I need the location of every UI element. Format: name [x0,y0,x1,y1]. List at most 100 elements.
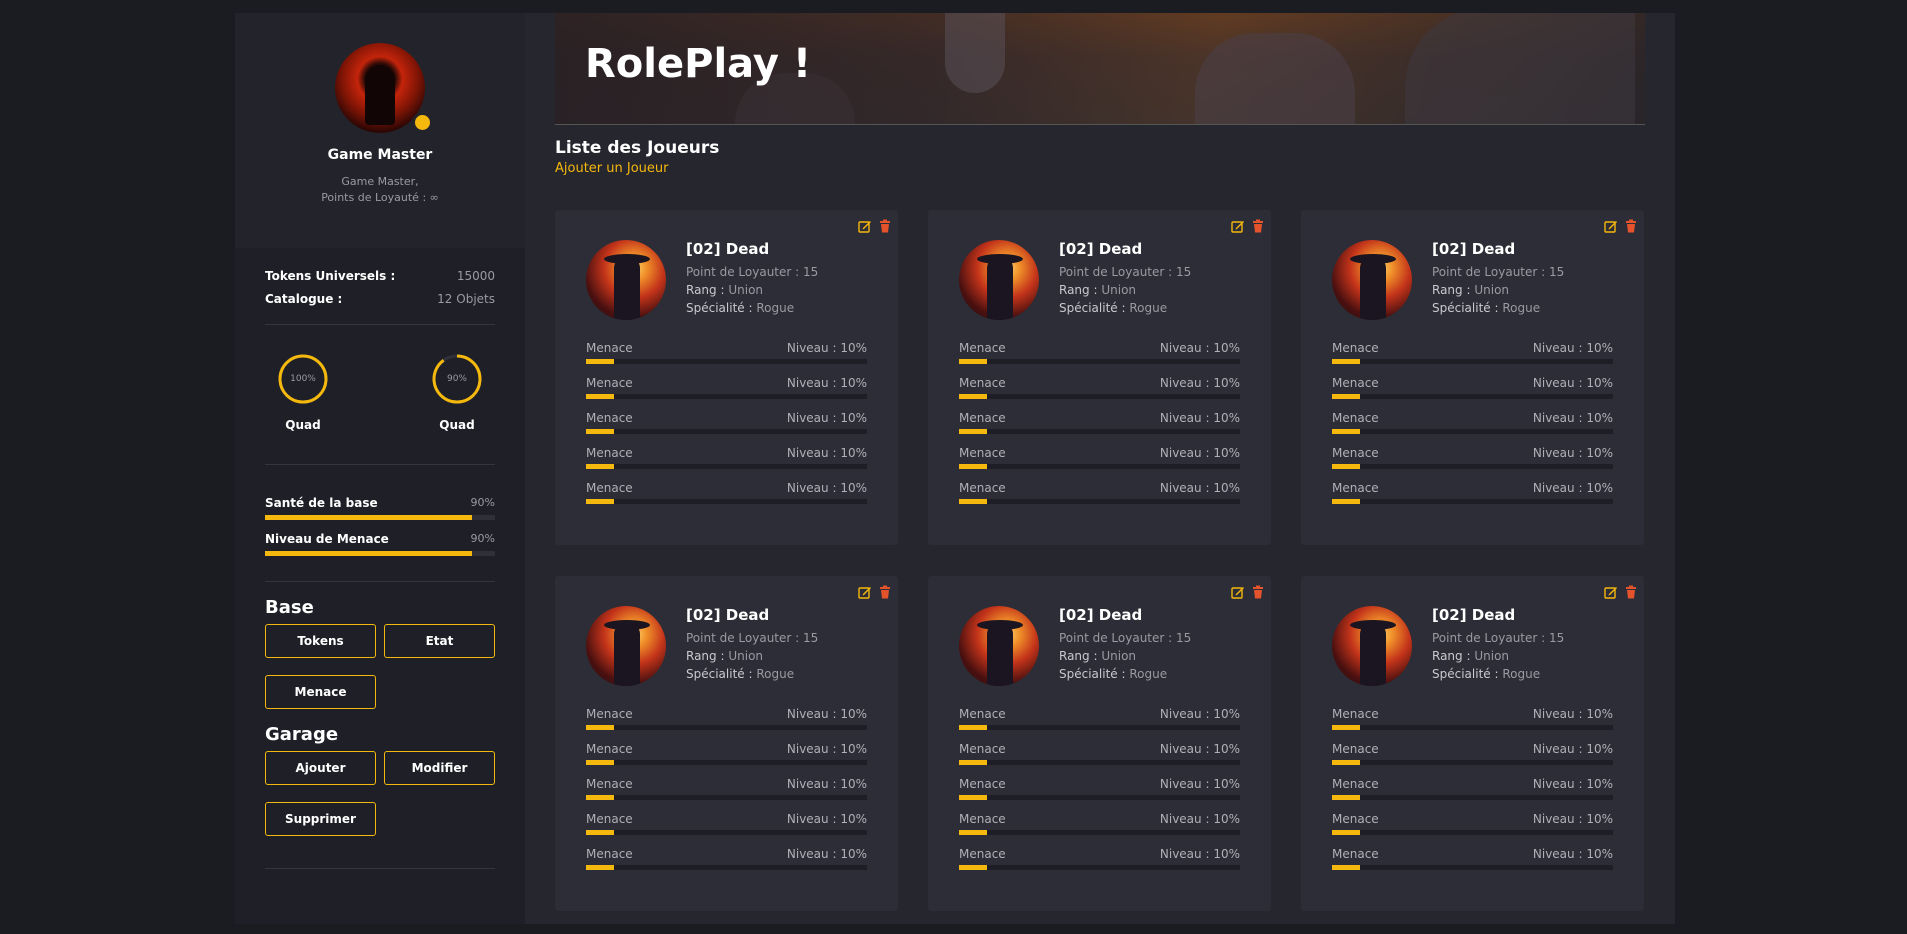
ring-label: Quad [439,418,475,432]
player-stat-bar [959,499,1240,504]
trash-icon[interactable] [1251,584,1265,599]
player-stat-bar [959,725,1240,730]
player-stat-bar [586,359,867,364]
player-stat-bar [586,725,867,730]
menace-button[interactable]: Menace [265,675,376,709]
stat-level: Niveau : 10% [786,481,867,495]
player-avatar[interactable] [1332,606,1412,686]
edit-icon[interactable] [1231,584,1245,599]
player-stat-row: Menace Niveau : 10% [1332,777,1613,791]
player-spec: Spécialité : Rogue [686,667,794,681]
edit-icon[interactable] [1604,584,1618,599]
player-stat-row: Menace Niveau : 10% [586,411,867,425]
stat-label: Menace [1332,341,1379,355]
edit-icon[interactable] [1231,218,1245,233]
info-row-tokens: Tokens Universels : 15000 [265,269,495,283]
player-stat-bar-fill [1332,464,1361,469]
stat-bar-fill [265,515,472,520]
trash-icon[interactable] [878,218,892,233]
trash-icon[interactable] [1624,218,1638,233]
player-stat-row: Menace Niveau : 10% [1332,376,1613,390]
stat-level: Niveau : 10% [1532,341,1613,355]
player-spec: Spécialité : Rogue [1432,667,1540,681]
edit-icon[interactable] [858,584,872,599]
player-stat-bar-fill [586,865,615,870]
avatar[interactable] [335,43,433,133]
divider [265,324,495,325]
spec-value: Rogue [1129,301,1168,315]
player-stat-bar [959,865,1240,870]
stat-label: Menace [1332,446,1379,460]
add-player-link[interactable]: Ajouter un Joueur [555,161,669,176]
stat-level: Niveau : 10% [1159,742,1240,756]
player-stat-bar-fill [959,429,988,434]
player-stat-row: Menace Niveau : 10% [586,446,867,460]
ajouter-button[interactable]: Ajouter [265,751,376,785]
player-loyalty: Point de Loyauter : 15 [686,265,819,279]
player-stat-bar [959,795,1240,800]
player-avatar[interactable] [1332,240,1412,320]
edit-icon[interactable] [858,218,872,233]
stat-level: Niveau : 10% [1532,411,1613,425]
banner: RolePlay ! [555,13,1645,125]
player-stat-row: Menace Niveau : 10% [959,376,1240,390]
spec-value: Rogue [1502,301,1541,315]
stat-row-threat: Niveau de Menace 90% [265,532,495,546]
player-name: [02] Dead [1432,606,1516,624]
stat-label: Menace [1332,742,1379,756]
stat-label: Menace [959,481,1006,495]
player-stat-bar [586,760,867,765]
player-stat-bar [1332,760,1613,765]
player-stat-bar [959,394,1240,399]
player-avatar[interactable] [586,240,666,320]
player-stat-row: Menace Niveau : 10% [959,742,1240,756]
stat-label: Menace [586,376,633,390]
rank-value: Union [1101,649,1137,663]
player-name: [02] Dead [686,240,770,258]
stat-label: Menace [1332,376,1379,390]
info-label: Catalogue : [265,292,343,306]
stat-label: Menace [959,777,1006,791]
player-rank: Rang : Union [686,283,763,297]
player-stat-bar-fill [1332,760,1361,765]
trash-icon[interactable] [1251,218,1265,233]
player-avatar[interactable] [959,240,1039,320]
player-rank: Rang : Union [1059,649,1136,663]
player-stat-bar-fill [959,830,988,835]
player-stat-bar [586,795,867,800]
player-name: [02] Dead [686,606,770,624]
stat-bar [265,551,495,556]
spec-label: Spécialité : [686,301,753,315]
modifier-button[interactable]: Modifier [384,751,495,785]
stat-label: Menace [959,446,1006,460]
player-stat-bar-fill [1332,394,1361,399]
divider [265,868,495,869]
etat-button[interactable]: Etat [384,624,495,658]
edit-icon[interactable] [1604,218,1618,233]
stat-level: Niveau : 10% [786,742,867,756]
player-stat-row: Menace Niveau : 10% [586,707,867,721]
trash-icon[interactable] [878,584,892,599]
player-stat-bar [586,464,867,469]
supprimer-button[interactable]: Supprimer [265,802,376,836]
stat-level: Niveau : 10% [1532,777,1613,791]
ring-percent: 90% [446,374,467,384]
stat-label: Menace [1332,411,1379,425]
player-stat-row: Menace Niveau : 10% [1332,742,1613,756]
player-stat-bar-fill [1332,795,1361,800]
player-spec: Spécialité : Rogue [1059,301,1167,315]
player-loyalty: Point de Loyauter : 15 [1432,631,1565,645]
stat-level: Niveau : 10% [786,812,867,826]
trash-icon[interactable] [1624,584,1638,599]
player-stat-row: Menace Niveau : 10% [586,742,867,756]
stat-label: Menace [586,707,633,721]
tokens-button[interactable]: Tokens [265,624,376,658]
stat-level: Niveau : 10% [786,847,867,861]
player-rank: Rang : Union [1432,283,1509,297]
player-name: [02] Dead [1059,606,1143,624]
stat-value: 90% [470,496,495,509]
stat-label: Menace [586,341,633,355]
player-avatar[interactable] [959,606,1039,686]
player-avatar[interactable] [586,606,666,686]
status-dot [412,112,433,133]
